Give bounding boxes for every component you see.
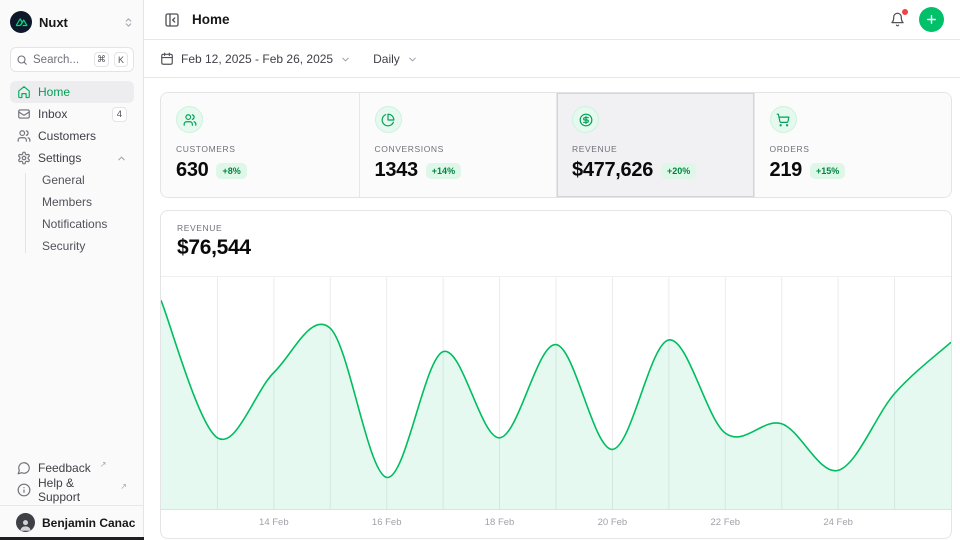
- sidebar-item-label: Inbox: [38, 107, 105, 121]
- stat-value: $477,626: [572, 159, 653, 182]
- stat-label: CUSTOMERS: [176, 144, 344, 154]
- sidebar-item-home[interactable]: Home: [10, 81, 134, 103]
- avatar: [16, 513, 35, 532]
- stat-value: 630: [176, 159, 208, 182]
- page-title: Home: [192, 12, 230, 27]
- dollar-circle-icon: [572, 106, 599, 133]
- granularity-select[interactable]: Daily: [373, 52, 418, 66]
- chevron-up-icon: [116, 153, 127, 164]
- stat-card-orders[interactable]: ORDERS 219 +15%: [754, 93, 952, 197]
- stat-delta-badge: +20%: [661, 163, 696, 179]
- kbd-cmd: ⌘: [94, 52, 109, 67]
- main-area: Home Feb 12, 2025 - Feb 26, 2025: [144, 0, 960, 540]
- pie-chart-icon: [375, 106, 402, 133]
- chevrons-up-down-icon: [123, 17, 134, 28]
- chat-bubble-icon: [17, 461, 31, 475]
- footer-link-label: Help & Support: [38, 476, 111, 504]
- stat-card-conversions[interactable]: CONVERSIONS 1343 +14%: [359, 93, 557, 197]
- x-tick-label: 16 Feb: [363, 517, 411, 528]
- filters-toolbar: Feb 12, 2025 - Feb 26, 2025 Daily: [144, 41, 960, 78]
- page-header: Home: [144, 0, 960, 40]
- stat-label: REVENUE: [572, 144, 739, 154]
- search-icon: [16, 54, 28, 66]
- header-actions: [885, 7, 944, 32]
- chart-header: REVENUE $76,544: [161, 211, 951, 277]
- panel-left-close-icon: [164, 12, 180, 28]
- home-icon: [17, 85, 31, 99]
- sidebar-item-label: Home: [38, 85, 127, 99]
- chevron-down-icon: [340, 54, 351, 65]
- kbd-k: K: [114, 52, 128, 67]
- chart-metric-label: REVENUE: [177, 223, 935, 233]
- workspace-name: Nuxt: [39, 15, 116, 30]
- notification-dot: [902, 9, 908, 15]
- stat-delta-badge: +15%: [810, 163, 845, 179]
- x-tick-label: 20 Feb: [588, 517, 636, 528]
- sidebar-collapse-button[interactable]: [160, 8, 184, 32]
- cart-icon: [770, 106, 797, 133]
- footer-link-label: Feedback: [38, 461, 91, 475]
- settings-subnav: General Members Notifications Security: [25, 169, 134, 257]
- x-tick-label: 18 Feb: [476, 517, 524, 528]
- stat-delta-badge: +8%: [216, 163, 246, 179]
- stat-delta-badge: +14%: [426, 163, 461, 179]
- sidebar-subitem-notifications[interactable]: Notifications: [38, 213, 134, 235]
- chevron-down-icon: [407, 54, 418, 65]
- date-range-label: Feb 12, 2025 - Feb 26, 2025: [181, 52, 333, 66]
- add-button[interactable]: [919, 7, 944, 32]
- external-link-icon: ↗: [120, 482, 127, 491]
- user-name: Benjamin Canac: [42, 516, 135, 530]
- chart-plot-area[interactable]: [161, 277, 951, 510]
- stat-label: CONVERSIONS: [375, 144, 542, 154]
- users-icon: [176, 106, 203, 133]
- search-input[interactable]: Search... ⌘ K: [10, 47, 134, 72]
- sidebar-item-label: Settings: [38, 151, 109, 165]
- search-placeholder: Search...: [33, 54, 89, 66]
- sidebar-nav: Home Inbox 4 Customers Settings: [10, 81, 134, 257]
- stat-label: ORDERS: [770, 144, 937, 154]
- date-range-picker[interactable]: Feb 12, 2025 - Feb 26, 2025: [160, 52, 351, 66]
- stat-card-customers[interactable]: CUSTOMERS 630 +8%: [161, 93, 359, 197]
- sidebar-item-inbox[interactable]: Inbox 4: [10, 103, 134, 125]
- area-chart: [161, 277, 951, 510]
- subitem-label: Members: [42, 195, 92, 209]
- x-tick-label: 24 Feb: [814, 517, 862, 528]
- x-tick-label: 22 Feb: [701, 517, 749, 528]
- granularity-label: Daily: [373, 52, 400, 66]
- stat-value: 1343: [375, 159, 418, 182]
- sidebar-footer: Feedback ↗ Help & Support ↗: [10, 457, 134, 501]
- stat-value: 219: [770, 159, 802, 182]
- stats-grid: CUSTOMERS 630 +8% CONVERSIONS 1343 +14%: [160, 92, 952, 198]
- plus-icon: [925, 13, 938, 26]
- help-support-link[interactable]: Help & Support ↗: [10, 479, 134, 501]
- chart-x-axis: 14 Feb 16 Feb 18 Feb 20 Feb 22 Feb 24 Feb: [161, 510, 951, 537]
- workspace-switcher[interactable]: Nuxt: [10, 9, 134, 35]
- x-tick-label: 14 Feb: [250, 517, 298, 528]
- chart-metric-value: $76,544: [177, 236, 935, 260]
- external-link-icon: ↗: [100, 460, 107, 469]
- sidebar-subitem-members[interactable]: Members: [38, 191, 134, 213]
- info-circle-icon: [17, 483, 31, 497]
- gear-icon: [17, 151, 31, 165]
- sidebar-subitem-general[interactable]: General: [38, 169, 134, 191]
- nuxt-logo-icon: [10, 11, 32, 33]
- calendar-icon: [160, 52, 174, 66]
- subitem-label: General: [42, 173, 85, 187]
- inbox-count-badge: 4: [112, 107, 127, 122]
- sidebar-divider: [0, 505, 144, 506]
- subitem-label: Notifications: [42, 217, 107, 231]
- user-menu[interactable]: Benjamin Canac: [10, 509, 134, 536]
- notifications-button[interactable]: [885, 8, 909, 32]
- sidebar-item-customers[interactable]: Customers: [10, 125, 134, 147]
- dashboard-app: Nuxt Search... ⌘ K Home: [0, 0, 960, 540]
- revenue-chart-card: REVENUE $76,544 14 Feb 16 Feb 18 Feb 20 Feb…: [160, 210, 952, 539]
- sidebar-item-label: Customers: [38, 129, 127, 143]
- sidebar: Nuxt Search... ⌘ K Home: [0, 0, 144, 540]
- sidebar-item-settings[interactable]: Settings: [10, 147, 134, 169]
- stat-card-revenue[interactable]: REVENUE $477,626 +20%: [556, 93, 754, 197]
- sidebar-subitem-security[interactable]: Security: [38, 235, 134, 257]
- users-icon: [17, 129, 31, 143]
- inbox-icon: [17, 107, 31, 121]
- subitem-label: Security: [42, 239, 85, 253]
